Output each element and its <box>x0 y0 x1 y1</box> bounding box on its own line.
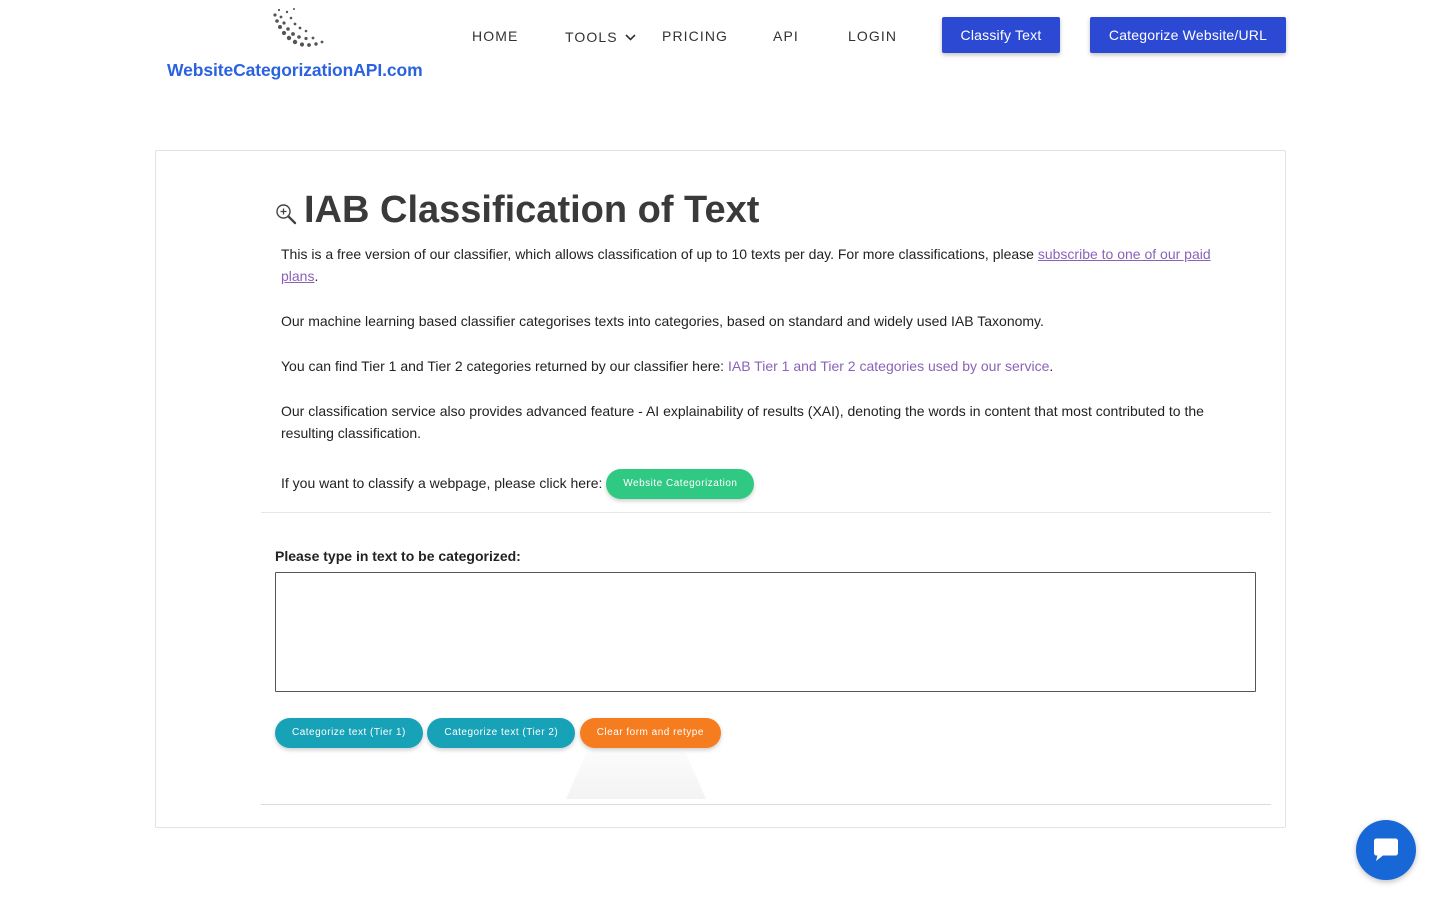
section-divider <box>261 512 1271 513</box>
tiers-end: . <box>1049 358 1054 374</box>
webpage-paragraph: If you want to classify a webpage, pleas… <box>281 467 1231 500</box>
intro-end: . <box>314 268 319 284</box>
nav-api[interactable]: API <box>773 28 799 44</box>
intro-text: This is a free version of our classifier… <box>281 246 1038 262</box>
zoom-in-icon <box>276 204 297 225</box>
chevron-down-icon <box>625 28 636 44</box>
nav-pricing[interactable]: PRICING <box>662 28 728 44</box>
bottom-divider <box>261 804 1271 805</box>
text-input-label: Please type in text to be categorized: <box>275 548 521 564</box>
form-button-row: Categorize text (Tier 1) Categorize text… <box>275 718 721 748</box>
webpage-text: If you want to classify a webpage, pleas… <box>281 475 607 491</box>
page-title: IAB Classification of Text <box>304 189 760 231</box>
nav-tools[interactable]: TOOLS <box>565 28 636 45</box>
tiers-text: You can find Tier 1 and Tier 2 categorie… <box>281 358 728 374</box>
logo-text: WebsiteCategorizationAPI.com <box>167 60 423 80</box>
clear-form-button[interactable]: Clear form and retype <box>579 718 721 748</box>
iab-categories-link[interactable]: IAB Tier 1 and Tier 2 categories used by… <box>728 358 1049 374</box>
logo-dots-icon <box>273 8 324 47</box>
chat-launcher-button[interactable] <box>1356 820 1416 880</box>
intro-paragraph: This is a free version of our classifier… <box>281 243 1231 287</box>
nav-tools-label: TOOLS <box>565 29 618 45</box>
categorize-tier2-button[interactable]: Categorize text (Tier 2) <box>427 718 576 748</box>
classify-text-button[interactable]: Classify Text <box>942 17 1060 53</box>
button-shadow <box>566 751 706 799</box>
nav-home[interactable]: HOME <box>472 28 518 44</box>
xai-paragraph: Our classification service also provides… <box>281 403 1204 441</box>
chat-icon <box>1374 838 1398 861</box>
categorize-tier1-button[interactable]: Categorize text (Tier 1) <box>275 718 423 748</box>
nav-login[interactable]: LOGIN <box>848 28 897 44</box>
classifier-card: IAB Classification of Text This is a fre… <box>155 150 1286 828</box>
website-categorization-button[interactable]: Website Categorization <box>606 469 755 500</box>
site-logo[interactable]: WebsiteCategorizationAPI.com <box>167 6 447 82</box>
categorize-website-button[interactable]: Categorize Website/URL <box>1090 17 1286 53</box>
taxonomy-paragraph: Our machine learning based classifier ca… <box>281 313 1044 329</box>
tiers-paragraph: You can find Tier 1 and Tier 2 categorie… <box>281 355 1231 377</box>
text-to-categorize-input[interactable] <box>275 572 1256 692</box>
